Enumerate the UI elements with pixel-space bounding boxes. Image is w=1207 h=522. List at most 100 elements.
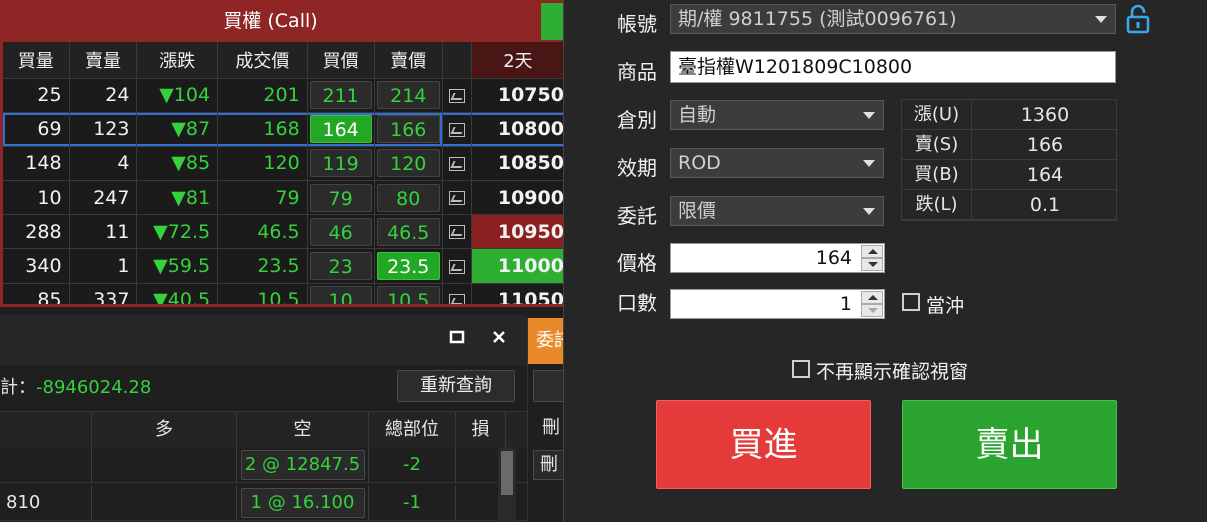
change: ▼104	[136, 78, 219, 113]
col-name[interactable]	[0, 412, 92, 448]
quote-row[interactable]: 25 24 ▼104 201 211 214 10750	[3, 78, 565, 113]
daytrade-checkbox[interactable]	[902, 293, 920, 311]
ask-price-button[interactable]: 120	[376, 149, 440, 178]
quote-row[interactable]: 85 337 ▼40.5 10.5 10 10.5 11050	[3, 283, 565, 304]
position-short-button[interactable]: 2 @ 12847.5	[240, 450, 365, 480]
ask-price-button[interactable]: 10.5	[376, 286, 440, 304]
lock-icon[interactable]	[1126, 4, 1150, 34]
col-net[interactable]: 總部位	[369, 412, 456, 448]
ask-price-button[interactable]: 166	[376, 115, 440, 144]
account-value: 期/權 9811755 (測試0096761)	[678, 8, 957, 30]
order-type-select[interactable]: 限價	[670, 196, 884, 226]
quote-row[interactable]: 10 247 ▼81 79 79 80 10900	[3, 180, 565, 216]
price-stepper[interactable]: 164	[670, 243, 885, 273]
chart-icon[interactable]	[448, 156, 465, 171]
bid-price-button[interactable]: 164	[309, 115, 372, 144]
ask-price-button[interactable]: 46.5	[376, 217, 440, 246]
no-confirm-checkbox[interactable]	[792, 360, 810, 378]
strike-price: 10900	[471, 180, 565, 216]
bid-qty: 340	[3, 248, 70, 284]
limit-value[interactable]: 166	[972, 130, 1118, 160]
limit-value[interactable]: 164	[972, 160, 1118, 190]
chart-icon[interactable]	[448, 225, 465, 240]
chart-icon[interactable]	[448, 293, 465, 304]
change: ▼87	[136, 112, 219, 147]
bid-price-button[interactable]: 119	[309, 149, 372, 178]
last-price: 168	[217, 112, 308, 147]
total-value: -8946024.28	[36, 377, 152, 398]
last-price: 79	[217, 180, 308, 216]
decrement-icon[interactable]	[861, 258, 883, 271]
quote-row-selected[interactable]: 69 123 ▼87 168 164 166 10800	[3, 112, 565, 147]
scroll-thumb[interactable]	[501, 451, 513, 495]
quote-row[interactable]: 148 4 ▼85 120 119 120 10850	[3, 146, 565, 182]
quote-row[interactable]: 288 11 ▼72.5 46.5 46 46.5 10950	[3, 214, 565, 250]
ask-price-button[interactable]: 214	[376, 81, 440, 110]
limit-value[interactable]: 0.1	[972, 190, 1118, 220]
bid-price-button[interactable]: 10	[309, 286, 372, 304]
last-price: 46.5	[217, 214, 308, 250]
quantity-value: 1	[839, 293, 852, 315]
ask-qty: 24	[69, 78, 138, 113]
tab-orders[interactable]: 委託	[528, 318, 563, 364]
positions-scrollbar[interactable]	[498, 447, 516, 522]
strike-price: 11050	[471, 283, 565, 304]
quantity-stepper[interactable]: 1	[670, 289, 885, 319]
limit-row: 跌(L) 0.1	[902, 190, 1118, 220]
limit-row: 賣(S) 166	[902, 130, 1118, 160]
no-confirm-label: 不再顯示確認視窗	[816, 361, 969, 383]
position-name	[0, 447, 92, 483]
col-ask[interactable]: 賣價	[374, 42, 443, 79]
requery-button[interactable]: 重新查詢	[397, 370, 515, 402]
col-long[interactable]: 多	[92, 412, 237, 448]
ask-price-button[interactable]: 23.5	[376, 252, 440, 281]
position-row[interactable]: 2 @ 12847.5 -2	[0, 447, 527, 483]
chart-icon[interactable]	[448, 259, 465, 274]
product-input[interactable]: 臺指權W1201809C10800	[670, 51, 1116, 83]
chart-icon[interactable]	[448, 191, 465, 206]
bid-price-button[interactable]: 211	[309, 81, 372, 110]
account-select[interactable]: 期/權 9811755 (測試0096761)	[670, 4, 1116, 34]
ask-price-button[interactable]: 80	[376, 183, 440, 212]
chart-icon[interactable]	[448, 122, 465, 137]
quote-grid: 買量 賣量 漲跌 成交價 買價 賣價 2天 25 24 ▼104 201 211	[3, 42, 565, 304]
increment-icon[interactable]	[861, 291, 883, 304]
col-ask-qty[interactable]: 賣量	[69, 42, 138, 79]
position-long	[92, 447, 237, 483]
positions-panel: 合計：-8946024.28 重新查詢 多 空 總部位 損 2 @ 12847.…	[0, 315, 527, 522]
position-row[interactable]: 810 1 @ 16.100 -1	[0, 485, 527, 521]
bid-qty: 69	[3, 112, 70, 147]
col-change[interactable]: 漲跌	[136, 42, 219, 79]
close-icon[interactable]	[488, 329, 510, 351]
orders-toolbar-button[interactable]	[533, 370, 563, 402]
col-bid-qty[interactable]: 買量	[3, 42, 70, 79]
position-type-select[interactable]: 自動	[670, 100, 884, 130]
col-strike[interactable]: 2天	[471, 42, 565, 79]
maximize-icon[interactable]	[446, 329, 468, 351]
bid-price-button[interactable]: 23	[309, 252, 372, 281]
chevron-down-icon	[863, 112, 875, 119]
col-bid[interactable]: 買價	[307, 42, 375, 79]
position-net: -1	[369, 485, 456, 521]
change: ▼40.5	[136, 283, 219, 304]
position-short-button[interactable]: 1 @ 16.100	[240, 488, 365, 518]
total-label: 合計：	[0, 377, 36, 398]
bid-price-button[interactable]: 46	[309, 217, 372, 246]
col-pnl[interactable]: 損	[456, 412, 506, 448]
bid-price-button[interactable]: 79	[309, 183, 372, 212]
buy-button[interactable]: 買進	[656, 400, 871, 489]
increment-icon[interactable]	[861, 245, 883, 258]
limit-value[interactable]: 1360	[972, 100, 1118, 130]
ask-qty: 247	[69, 180, 138, 216]
chart-icon[interactable]	[448, 88, 465, 103]
quote-row[interactable]: 340 1 ▼59.5 23.5 23 23.5 11000	[3, 248, 565, 284]
order-dialog: 帳號 期/權 9811755 (測試0096761) 商品 臺指權W120180…	[563, 0, 1207, 522]
decrement-icon[interactable]	[861, 304, 883, 317]
delete-button[interactable]: 刪	[533, 450, 563, 480]
sell-button[interactable]: 賣出	[902, 400, 1117, 489]
position-name: 810	[0, 485, 92, 521]
col-last[interactable]: 成交價	[217, 42, 308, 79]
col-short[interactable]: 空	[237, 412, 369, 448]
validity-select[interactable]: ROD	[670, 148, 884, 178]
change: ▼59.5	[136, 248, 219, 284]
